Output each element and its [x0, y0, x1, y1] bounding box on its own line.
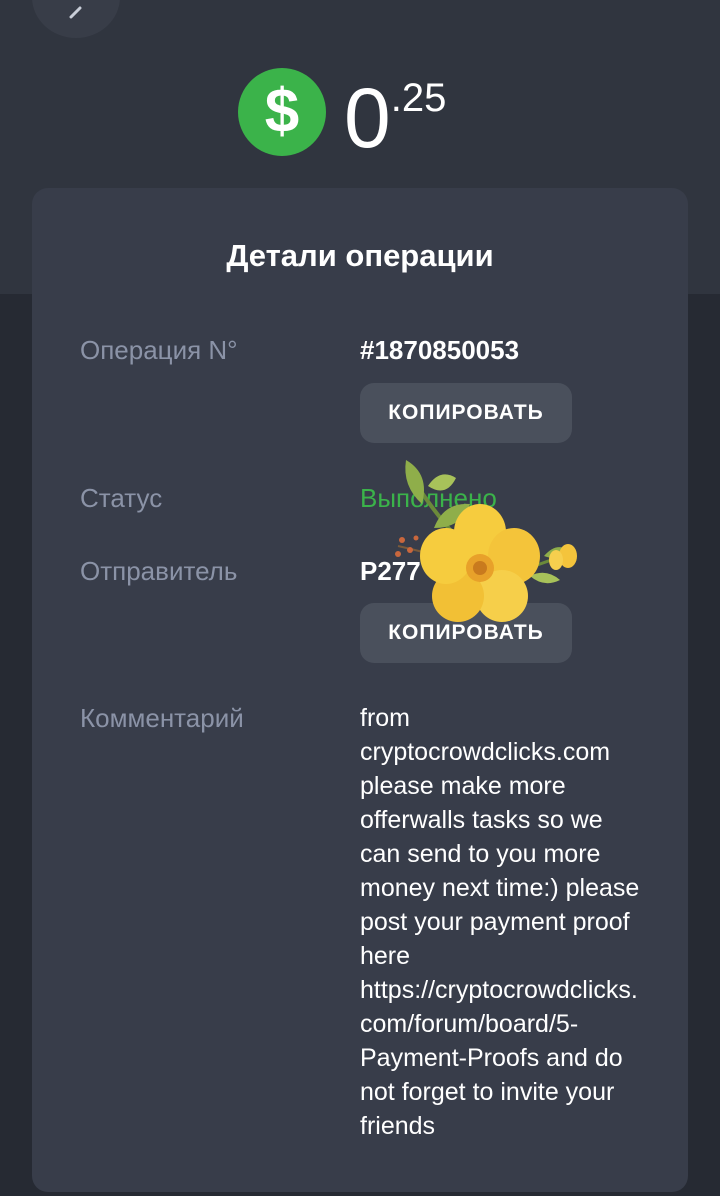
balance-amount: 0	[344, 71, 391, 165]
balance-display: $ 0 .25	[238, 68, 447, 165]
balance-fraction: .25	[390, 76, 447, 120]
sender-label: Отправитель	[80, 556, 238, 586]
comment-text: from cryptocrowdclicks.com please make m…	[360, 704, 640, 1140]
comment-label: Комментарий	[80, 703, 244, 733]
operation-label: Операция N°	[80, 335, 238, 365]
flower-sticker-icon	[395, 460, 577, 622]
card-title: Детали операции	[226, 238, 494, 273]
operation-number: #1870850053	[360, 335, 520, 365]
copy-operation-button[interactable]: КОПИРОВАТЬ	[360, 383, 572, 443]
dollar-icon: $	[238, 68, 326, 156]
chevron-left-icon	[69, 6, 82, 19]
status-label: Статус	[80, 483, 163, 513]
